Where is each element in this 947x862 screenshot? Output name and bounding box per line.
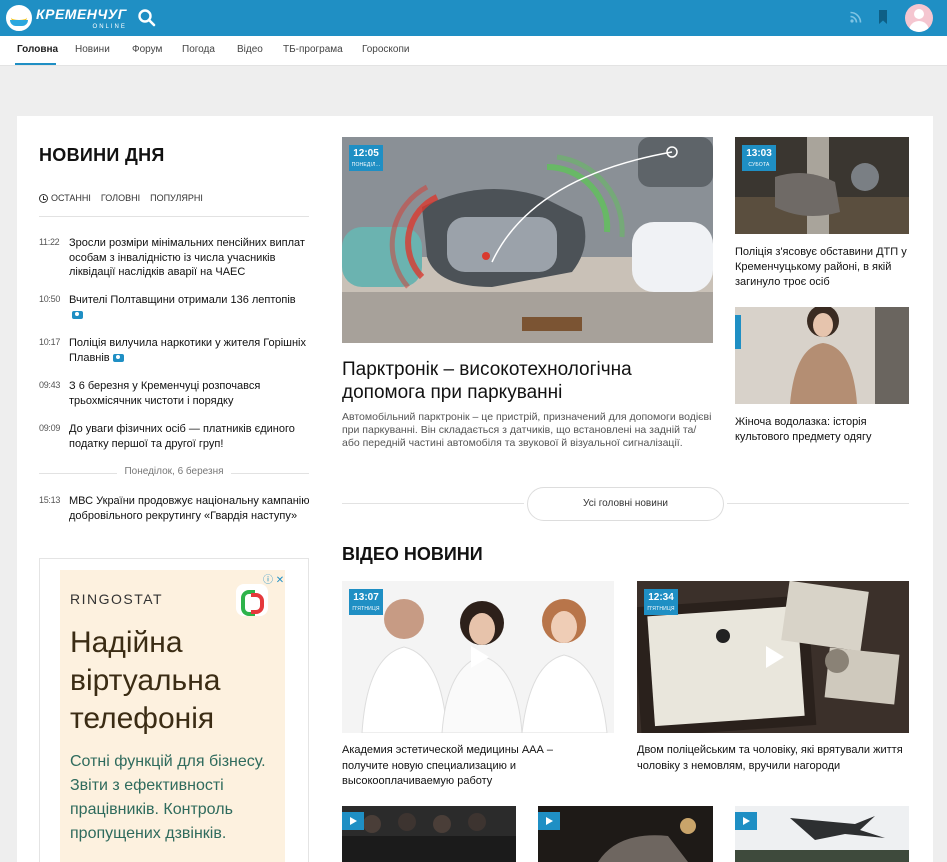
video-title[interactable]: Двом поліцейським та чоловіку, які вряту… — [637, 743, 912, 774]
all-main-news-button[interactable]: Усі головні новини — [527, 487, 724, 521]
nav-item-horoscope[interactable]: Гороскопи — [362, 44, 409, 55]
news-title[interactable]: Поліція вилучила наркотики у жителя Горі… — [69, 337, 306, 364]
site-logo[interactable]: КРЕМЕНЧУГ ONLINE — [6, 4, 127, 32]
day-separator-label: Понеділок, 6 березня — [124, 466, 224, 477]
nav-item-forum[interactable]: Форум — [132, 44, 162, 55]
play-icon[interactable] — [755, 639, 791, 675]
video-thumbnail[interactable] — [538, 806, 713, 862]
nav-active-indicator — [15, 63, 56, 65]
news-title[interactable]: До уваги фізичних осіб — платників єдино… — [69, 422, 311, 451]
top-bar: КРЕМЕНЧУГ ONLINE — [0, 0, 947, 36]
news-time: 11:22 — [39, 237, 60, 247]
day-separator: Понеділок, 6 березня — [39, 466, 309, 480]
badge-day: ПОНЕДІЛ... — [351, 162, 381, 168]
badge-time: 12:34 — [648, 592, 674, 603]
logo-subtext: ONLINE — [92, 23, 127, 30]
camera-icon — [72, 310, 83, 319]
play-icon[interactable] — [342, 812, 364, 830]
badge-time: 13:03 — [746, 148, 772, 159]
filter-latest[interactable]: ОСТАННІ — [51, 193, 91, 203]
time-badge: 13:03 СУБОТА — [742, 145, 776, 171]
side-news-title[interactable]: Жіноча водолазка: історія культового пре… — [735, 415, 913, 445]
camera-icon — [112, 353, 124, 362]
featured-image[interactable]: 12:05 ПОНЕДІЛ... — [342, 137, 713, 343]
news-day-title: НОВИНИ ДНЯ — [39, 145, 165, 165]
nav-item-video[interactable]: Відео — [237, 44, 263, 55]
featured-lead: Автомобільний парктронік – це пристрій, … — [342, 411, 712, 449]
side-news-image[interactable] — [735, 307, 909, 404]
news-title[interactable]: Вчителі Полтавщини отримали 136 лептопів — [69, 294, 296, 306]
badge-day: П'ЯТНИЦЯ — [352, 606, 380, 612]
logo-text: КРЕМЕНЧУГ — [36, 5, 127, 22]
news-title[interactable]: МВС України продовжує національну кампан… — [69, 494, 311, 523]
nav-item-weather[interactable]: Погода — [182, 44, 215, 55]
badge-time: 12:05 — [353, 148, 379, 159]
news-title[interactable]: Зросли розміри мінімальних пенсійних вип… — [69, 236, 311, 280]
ad-text: Сотні функцій для бізнесу. Звіти з ефект… — [70, 753, 266, 842]
badge-day: СУБОТА — [748, 162, 770, 168]
video-thumbnail[interactable]: 12:34 П'ЯТНИЦЯ — [637, 581, 909, 733]
video-title[interactable]: Академия эстетической медицины ААА – пол… — [342, 743, 582, 790]
news-time: 10:17 — [39, 337, 61, 347]
ad-brand: RINGOSTAT — [70, 591, 164, 607]
video-news-title: ВІДЕО НОВИНИ — [342, 544, 483, 564]
news-time: 09:09 — [39, 423, 61, 433]
news-time: 15:13 — [39, 495, 61, 505]
news-filters: ОСТАННІ ГОЛОВНІ ПОПУЛЯРНІ — [39, 193, 203, 203]
news-title[interactable]: З 6 березня у Кременчуці розпочався трьо… — [69, 379, 311, 408]
side-news-title[interactable]: Поліція з'ясовує обставини ДТП у Кременч… — [735, 245, 913, 290]
time-badge: 12:05 ПОНЕДІЛ... — [349, 145, 383, 171]
nav-item-news[interactable]: Новини — [75, 44, 110, 55]
play-icon[interactable] — [460, 639, 496, 675]
time-badge: 13:07 П'ЯТНИЦЯ — [349, 589, 383, 615]
video-thumbnail[interactable] — [735, 806, 909, 862]
badge-day: П'ЯТНИЦЯ — [647, 606, 675, 612]
news-time: 09:43 — [39, 380, 61, 390]
featured-title[interactable]: Парктронік – високотехнологічна допомога… — [342, 358, 712, 404]
ad-headline: Надійна віртуальна телефонія — [70, 626, 221, 735]
filter-popular[interactable]: ПОПУЛЯРНІ — [150, 193, 203, 203]
play-icon[interactable] — [538, 812, 560, 830]
divider — [39, 216, 309, 217]
logo-emblem-icon — [6, 5, 32, 31]
more-news-row: Усі головні новини — [342, 487, 909, 521]
nav-item-tv[interactable]: ТБ-програма — [283, 44, 343, 55]
filter-main[interactable]: ГОЛОВНІ — [101, 193, 140, 203]
ad-logo-icon — [236, 584, 268, 616]
side-news-image[interactable]: 13:03 СУБОТА — [735, 137, 909, 234]
main-nav: Головна Новини Форум Погода Відео ТБ-про… — [0, 36, 947, 66]
play-icon[interactable] — [735, 812, 757, 830]
time-badge — [735, 315, 741, 349]
badge-time: 13:07 — [353, 592, 379, 603]
news-time: 10:50 — [39, 294, 61, 304]
time-badge: 12:34 П'ЯТНИЦЯ — [644, 589, 678, 615]
ad-choices-icon[interactable]: ⓘ ✕ — [263, 571, 284, 586]
nav-item-home[interactable]: Головна — [17, 44, 58, 55]
video-thumbnail[interactable]: 13:07 П'ЯТНИЦЯ — [342, 581, 614, 733]
bookmark-icon[interactable] — [876, 9, 890, 25]
user-avatar[interactable] — [905, 4, 933, 32]
search-icon[interactable] — [137, 8, 157, 28]
clock-icon — [39, 193, 48, 203]
rss-icon[interactable] — [849, 10, 863, 24]
video-thumbnail[interactable] — [342, 806, 516, 862]
